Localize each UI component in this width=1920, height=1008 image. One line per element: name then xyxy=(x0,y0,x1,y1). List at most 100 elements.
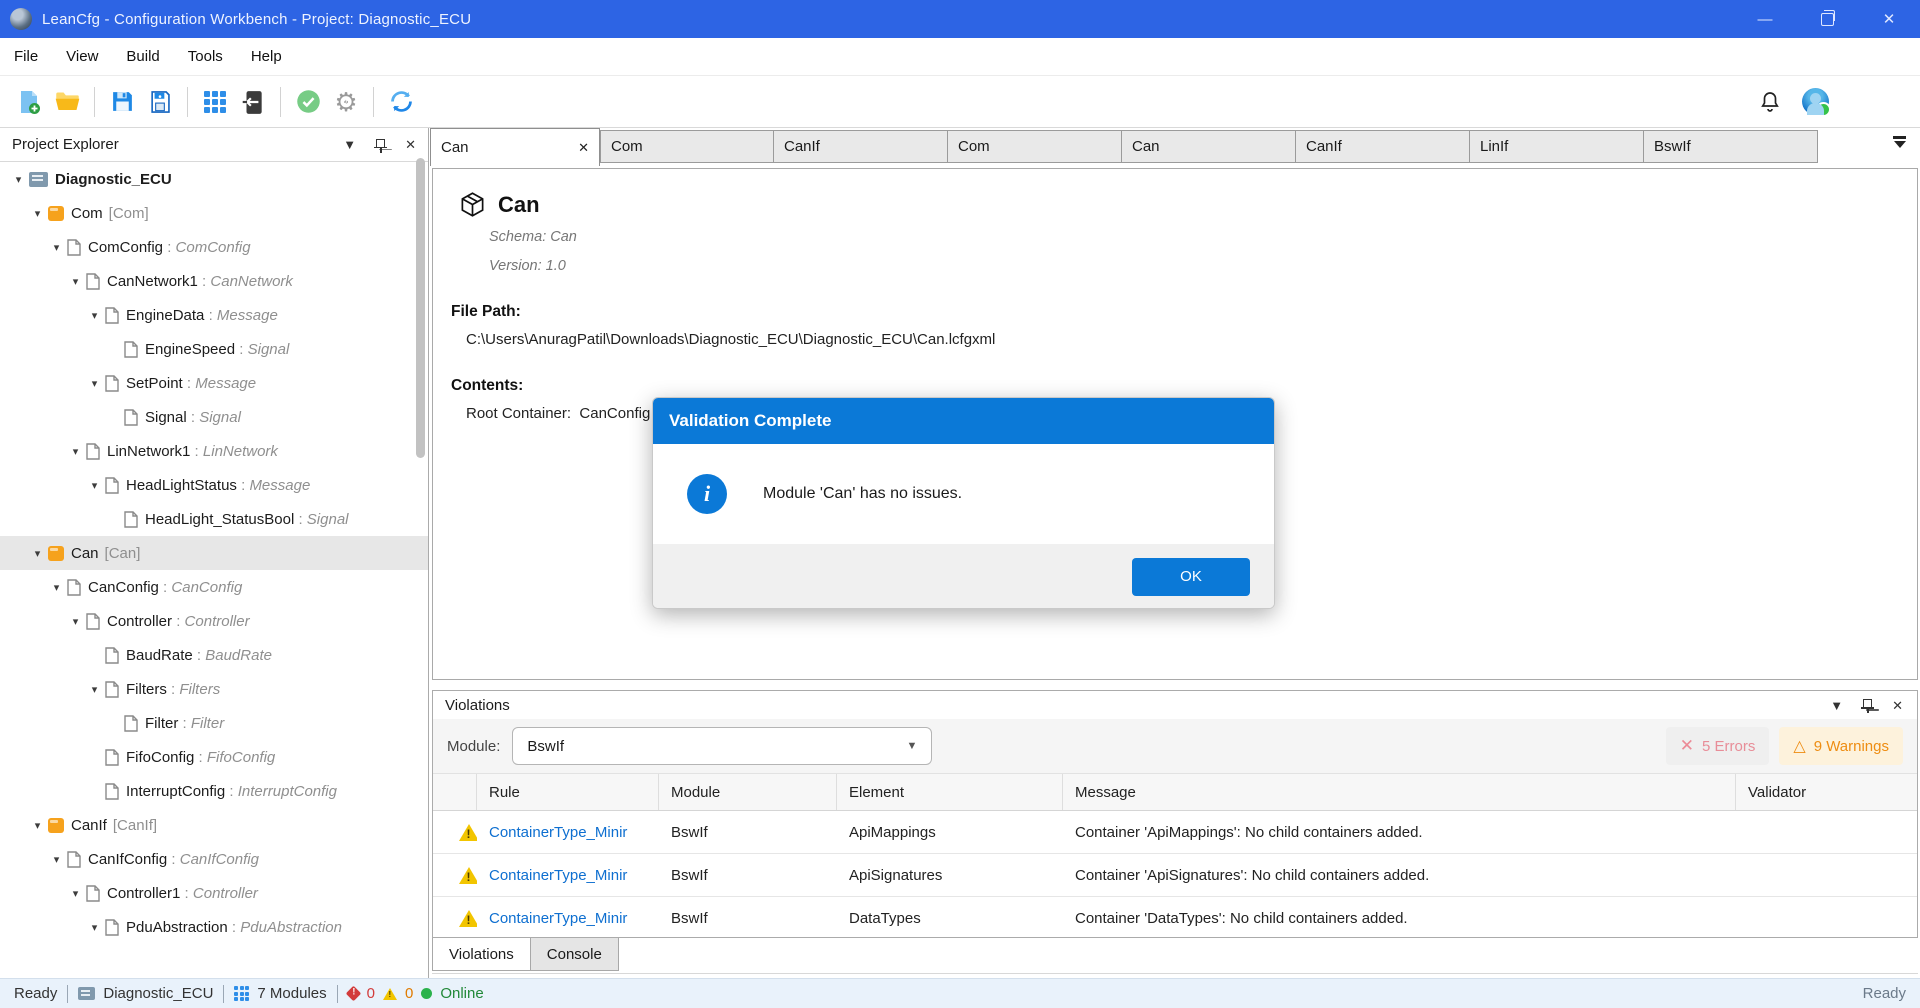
expander-icon[interactable]: ▾ xyxy=(67,615,84,628)
expander-icon[interactable]: ▾ xyxy=(86,683,103,696)
expander-icon[interactable]: ▾ xyxy=(29,819,46,832)
col-message[interactable]: Message xyxy=(1063,774,1736,810)
expander-icon[interactable]: ▾ xyxy=(48,853,65,866)
tree-item[interactable]: ▾ CanNetwork1 CanNetwork xyxy=(0,264,428,298)
rule-link[interactable]: ContainerType_Minir xyxy=(477,811,659,853)
new-file-button[interactable] xyxy=(10,83,48,121)
tab-overflow-icon[interactable] xyxy=(1893,136,1906,148)
close-tab-icon[interactable]: ✕ xyxy=(578,140,589,156)
warnings-badge[interactable]: △ 9 Warnings xyxy=(1779,727,1903,765)
pin-icon[interactable] xyxy=(376,139,385,151)
tree-item[interactable]: BaudRate BaudRate xyxy=(0,638,428,672)
violation-row[interactable]: ContainerType_Minir BswIf ApiSignatures … xyxy=(433,854,1917,897)
contents-label: Contents: xyxy=(451,377,523,395)
close-panel-icon[interactable]: ✕ xyxy=(1892,699,1903,712)
expander-icon[interactable]: ▾ xyxy=(86,921,103,934)
expander-icon[interactable]: ▾ xyxy=(10,173,27,186)
modules-grid-icon xyxy=(204,91,226,113)
tab-canif[interactable]: CanIf xyxy=(774,130,948,163)
expander-icon[interactable]: ▾ xyxy=(86,309,103,322)
tab-bswif[interactable]: BswIf xyxy=(1644,130,1818,163)
tree-item[interactable]: InterruptConfig InterruptConfig xyxy=(0,774,428,808)
tab-label: Can xyxy=(1132,138,1160,155)
close-panel-icon[interactable]: ✕ xyxy=(405,138,416,151)
tree-item[interactable]: Filter Filter xyxy=(0,706,428,740)
tree-item[interactable]: ▾ HeadLightStatus Message xyxy=(0,468,428,502)
expander-icon[interactable]: ▾ xyxy=(67,887,84,900)
refresh-button[interactable] xyxy=(382,83,420,121)
ok-button[interactable]: OK xyxy=(1132,558,1250,596)
tree-item[interactable]: ▾ LinNetwork1 LinNetwork xyxy=(0,434,428,468)
tree-item-type: Signal xyxy=(294,511,348,528)
violation-row[interactable]: ContainerType_Minir BswIf ApiMappings Co… xyxy=(433,811,1917,854)
expander-icon[interactable]: ▾ xyxy=(86,377,103,390)
save-all-button[interactable] xyxy=(141,83,179,121)
module-select-dropdown[interactable]: BswIf ▼ xyxy=(512,727,932,765)
menu-tools[interactable]: Tools xyxy=(188,48,223,65)
tree-item[interactable]: ▾ CanConfig CanConfig xyxy=(0,570,428,604)
tree-item[interactable]: FifoConfig FifoConfig xyxy=(0,740,428,774)
user-avatar[interactable] xyxy=(1802,88,1829,115)
col-rule[interactable]: Rule xyxy=(477,774,659,810)
expander-icon[interactable]: ▾ xyxy=(86,479,103,492)
col-validator[interactable]: Validator xyxy=(1736,774,1917,810)
tree-item-module-selected[interactable]: ▾ Can [Can] xyxy=(0,536,428,570)
import-button[interactable] xyxy=(234,83,272,121)
tree-item-name: Filter xyxy=(145,715,178,732)
tree-item-module[interactable]: ▾ CanIf [CanIf] xyxy=(0,808,428,842)
tab-com[interactable]: Com xyxy=(600,130,774,163)
tree-item[interactable]: EngineSpeed Signal xyxy=(0,332,428,366)
menu-file[interactable]: File xyxy=(14,48,38,65)
notifications-bell-icon[interactable] xyxy=(1758,90,1782,114)
restore-button[interactable] xyxy=(1796,0,1858,38)
tree-item[interactable]: ▾ SetPoint Message xyxy=(0,366,428,400)
tab-can-2[interactable]: Can xyxy=(1122,130,1296,163)
tree-item-type: ComConfig xyxy=(163,239,251,256)
pin-icon[interactable] xyxy=(1863,699,1872,711)
tab-linif[interactable]: LinIf xyxy=(1470,130,1644,163)
panel-tab-console[interactable]: Console xyxy=(531,938,619,971)
save-button[interactable] xyxy=(103,83,141,121)
vertical-scrollbar[interactable] xyxy=(416,158,425,458)
menu-view[interactable]: View xyxy=(66,48,98,65)
warning-triangle-icon: △ xyxy=(1793,736,1805,756)
expander-icon[interactable]: ▾ xyxy=(67,275,84,288)
menu-build[interactable]: Build xyxy=(126,48,159,65)
tree-item[interactable]: HeadLight_StatusBool Signal xyxy=(0,502,428,536)
tree-item-module[interactable]: ▾ Com [Com] xyxy=(0,196,428,230)
col-module[interactable]: Module xyxy=(659,774,837,810)
violation-row[interactable]: ContainerType_Minir BswIf DataTypes Cont… xyxy=(433,897,1917,940)
tab-com-2[interactable]: Com xyxy=(948,130,1122,163)
rule-link[interactable]: ContainerType_Minir xyxy=(477,897,659,939)
expander-icon[interactable]: ▾ xyxy=(48,241,65,254)
tree-item[interactable]: ▾ Controller Controller xyxy=(0,604,428,638)
close-button[interactable]: ✕ xyxy=(1858,0,1920,38)
minimize-button[interactable]: — xyxy=(1734,0,1796,38)
open-project-button[interactable] xyxy=(48,83,86,121)
collapse-panel-icon[interactable]: ▼ xyxy=(1830,699,1843,712)
expander-icon[interactable]: ▾ xyxy=(67,445,84,458)
tree-item[interactable]: ▾ ComConfig ComConfig xyxy=(0,230,428,264)
expander-icon[interactable]: ▾ xyxy=(29,547,46,560)
tree-item[interactable]: ▾ PduAbstraction PduAbstraction xyxy=(0,910,428,944)
tree-item[interactable]: ▾ Filters Filters xyxy=(0,672,428,706)
tab-canif-2[interactable]: CanIf xyxy=(1296,130,1470,163)
collapse-panel-icon[interactable]: ▼ xyxy=(343,138,356,151)
col-element[interactable]: Element xyxy=(837,774,1063,810)
validate-button[interactable] xyxy=(289,83,327,121)
errors-badge[interactable]: ✕ 5 Errors xyxy=(1666,727,1770,765)
menu-help[interactable]: Help xyxy=(251,48,282,65)
tree-item[interactable]: ▾ Controller1 Controller xyxy=(0,876,428,910)
generate-code-button[interactable]: ⚙</> xyxy=(327,83,365,121)
panel-tab-violations[interactable]: Violations xyxy=(432,938,531,971)
expander-icon[interactable]: ▾ xyxy=(29,207,46,220)
chevron-down-icon: ▼ xyxy=(906,740,917,752)
tab-can-active[interactable]: Can ✕ xyxy=(430,128,600,166)
tree-item[interactable]: ▾ CanIfConfig CanIfConfig xyxy=(0,842,428,876)
rule-link[interactable]: ContainerType_Minir xyxy=(477,854,659,896)
modules-button[interactable] xyxy=(196,83,234,121)
tree-item[interactable]: ▾ EngineData Message xyxy=(0,298,428,332)
tree-item-project[interactable]: ▾ Diagnostic_ECU xyxy=(0,162,428,196)
tree-item[interactable]: Signal Signal xyxy=(0,400,428,434)
expander-icon[interactable]: ▾ xyxy=(48,581,65,594)
